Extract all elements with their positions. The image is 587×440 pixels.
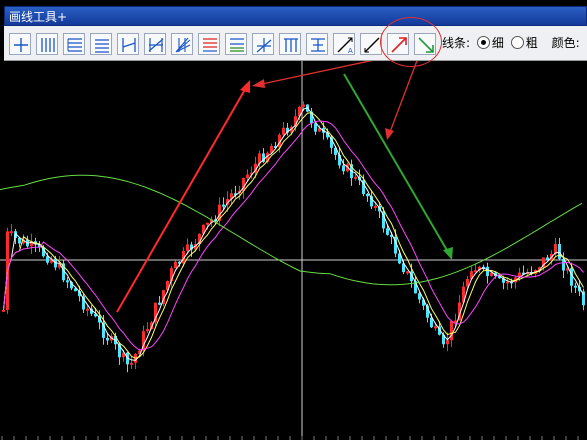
candle: [130, 355, 133, 370]
horizontal-lines-button[interactable]: [63, 33, 85, 55]
candle: [574, 282, 577, 294]
candle: [474, 264, 477, 273]
text-marker-button[interactable]: [360, 33, 382, 55]
time-axis-ticks: [1, 436, 579, 440]
horizontal-line-icon: [14, 38, 28, 52]
drawing-tools-window: 画线工具+ A 线条: 细 粗 颜色:: [4, 6, 587, 61]
thick-label: 粗: [525, 36, 538, 50]
candle: [218, 197, 221, 227]
candle: [158, 295, 161, 306]
resistance-icon: [311, 38, 325, 52]
fan-lines-button[interactable]: [171, 33, 193, 55]
fork-lines-button[interactable]: [279, 33, 301, 55]
candle: [366, 193, 369, 202]
candle: [350, 159, 353, 186]
thick-radio[interactable]: [510, 36, 524, 49]
svg-text:A: A: [348, 47, 353, 55]
candle: [66, 277, 69, 289]
candle: [154, 302, 157, 327]
callout-pointer-up: [261, 56, 389, 85]
vertical-lines-icon: [41, 38, 55, 52]
resistance-button[interactable]: [306, 33, 328, 55]
callout-pointer-up-head: [252, 79, 265, 88]
price-channel-button[interactable]: [90, 33, 112, 55]
callout-circle: [380, 17, 442, 67]
line-options: 线条: 细 粗 颜色:: [442, 26, 580, 61]
drawing-toolbar: A 线条: 细 粗 颜色:: [4, 26, 587, 61]
candle: [286, 122, 289, 136]
candle: [30, 233, 33, 255]
ma-mid-line: [3, 111, 584, 359]
color-label: 颜色:: [551, 36, 580, 50]
callout-pointer-down-head: [385, 128, 394, 140]
candle: [522, 265, 525, 275]
candle: [10, 224, 13, 237]
text-arrow-button[interactable]: A: [333, 33, 355, 55]
candle: [174, 260, 177, 269]
ma-short-line: [3, 107, 584, 361]
candle: [514, 275, 517, 289]
fibonacci-button[interactable]: [198, 33, 220, 55]
thin-radio[interactable]: [476, 36, 490, 49]
callout-pointer-down: [389, 57, 419, 133]
candle: [26, 235, 29, 248]
parallel-channel-button[interactable]: [144, 33, 166, 55]
parallel-channel-icon: [148, 38, 164, 52]
window-title[interactable]: 画线工具+: [4, 6, 587, 26]
gann-lines-icon: [256, 38, 272, 53]
candle: [406, 271, 409, 275]
candle: [486, 262, 489, 284]
candle: [126, 351, 129, 373]
percent-lines-button[interactable]: [225, 33, 247, 55]
candle: [446, 332, 449, 352]
fibonacci-icon: [203, 38, 217, 52]
thin-label: 细: [491, 36, 504, 50]
candle: [146, 322, 149, 334]
ma-trend-line: [0, 174, 583, 286]
period-lines-button[interactable]: [117, 33, 139, 55]
down-trend-arrow-head: [443, 247, 453, 260]
down-trend-arrow-line: [343, 73, 449, 253]
up-trend-arrow-head: [240, 80, 250, 93]
percent-lines-icon: [230, 38, 244, 52]
candle: [34, 237, 37, 252]
gann-lines-button[interactable]: [252, 33, 274, 55]
vertical-lines-button[interactable]: [36, 33, 58, 55]
candle: [526, 268, 529, 276]
ma-long-line: [3, 120, 584, 351]
chart-stage[interactable]: 画线工具+ A 线条: 细 粗 颜色:: [0, 0, 587, 440]
fan-lines-icon: [175, 37, 191, 53]
period-lines-icon: [122, 38, 136, 52]
price-chart[interactable]: [0, 0, 587, 440]
horizontal-line-button[interactable]: [9, 33, 31, 55]
line-label: 线条:: [442, 36, 471, 50]
horizontal-lines-icon: [67, 38, 82, 52]
text-arrow-icon: A: [337, 37, 353, 55]
price-channel-icon: [95, 39, 109, 53]
fork-lines-icon: [284, 38, 298, 52]
candle: [558, 237, 561, 260]
candle: [134, 352, 137, 370]
